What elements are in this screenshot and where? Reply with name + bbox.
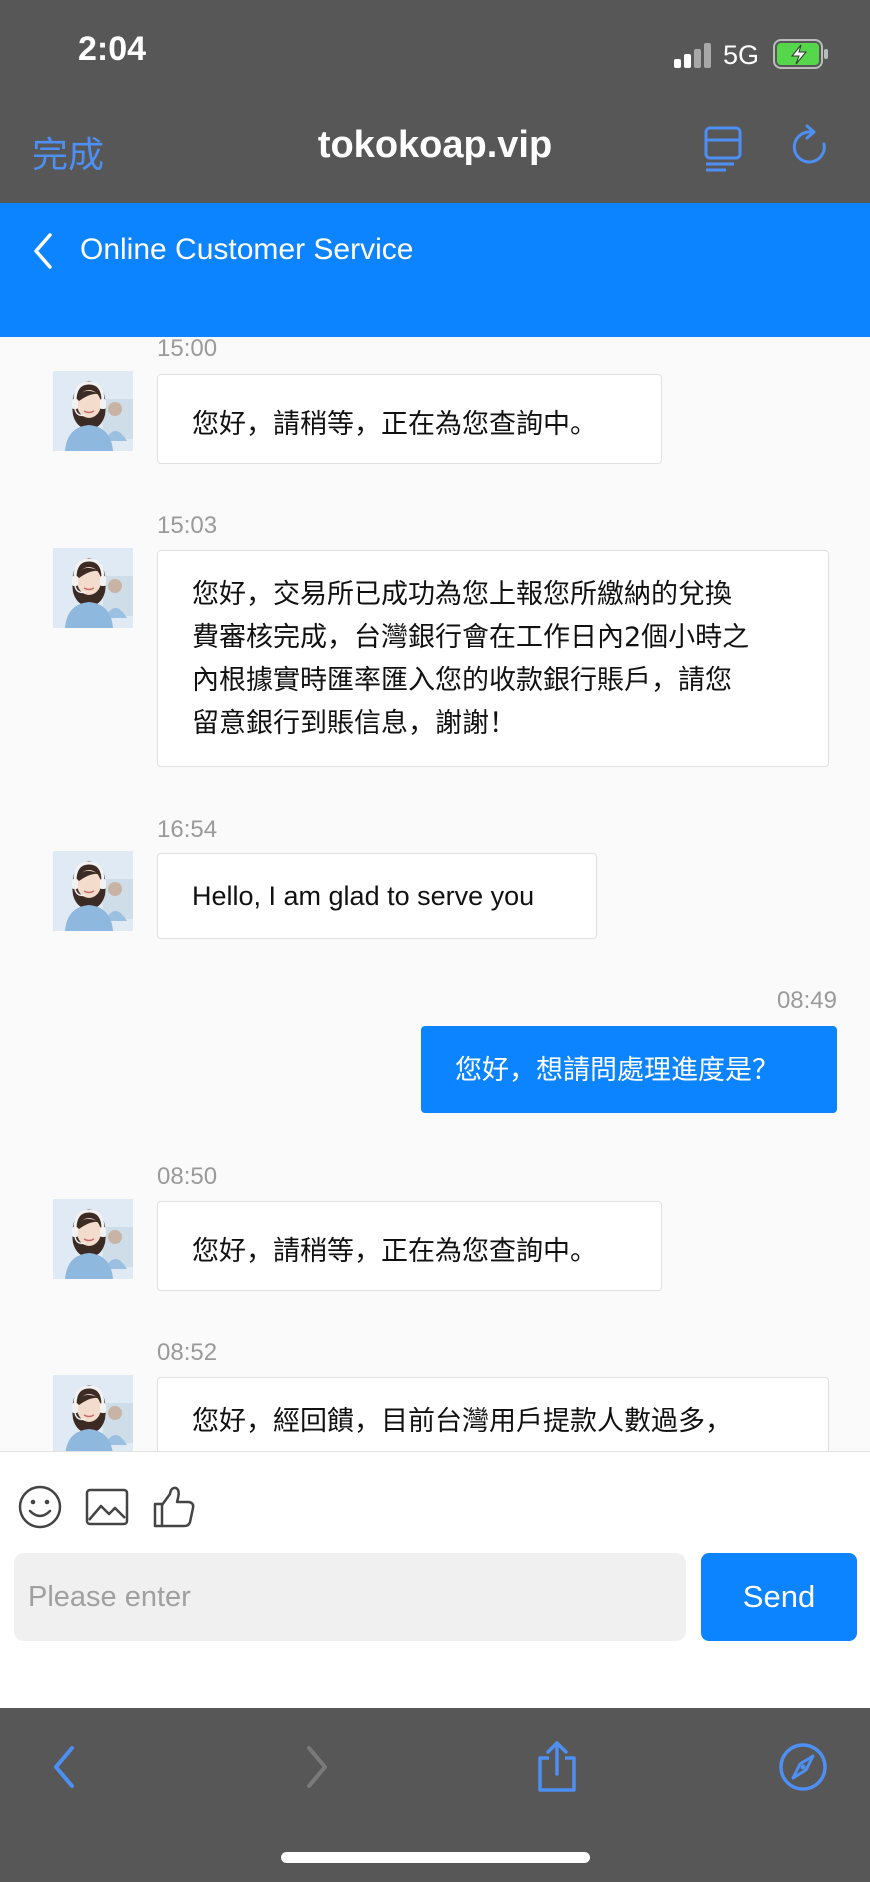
message-composer: Send	[0, 1451, 870, 1708]
message-bubble: 您好，請稍等，正在為您查詢中。	[157, 374, 662, 464]
message-text-line: 內根據實時匯率匯入您的收款銀行賬戶，請您	[192, 665, 732, 696]
back-chevron-icon[interactable]	[28, 231, 58, 271]
agent-avatar	[53, 548, 133, 628]
message-text: Hello, I am glad to serve you	[192, 881, 535, 911]
message-text: 您好，請稍等，正在為您查詢中。	[192, 409, 597, 440]
compass-icon[interactable]	[778, 1740, 828, 1794]
back-icon[interactable]	[40, 1740, 90, 1794]
chat-title: Online Customer Service	[80, 233, 414, 266]
message-text: 您好，想請問處理進度是？	[455, 1055, 779, 1086]
thumbs-up-icon[interactable]	[151, 1484, 197, 1530]
message-timestamp: 08:52	[157, 1339, 218, 1366]
message-text-line: 留意銀行到賬信息，謝謝！	[192, 708, 516, 739]
agent-avatar	[53, 851, 133, 931]
message-text: 您好，經回饋，目前台灣用戶提款人數過多，	[192, 1406, 732, 1437]
battery-charging-icon	[773, 39, 828, 69]
reader-view-icon[interactable]	[704, 126, 742, 172]
message-timestamp: 08:50	[157, 1163, 218, 1190]
chat-header: Online Customer Service	[0, 203, 870, 337]
message-text-line: 您好，交易所已成功為您上報您所繳納的兌換	[192, 579, 732, 610]
message-timestamp: 15:03	[157, 512, 218, 539]
send-button[interactable]: Send	[701, 1553, 857, 1641]
browser-top-bar: 2:04 5G 完成 tokokoap.vip	[0, 0, 870, 203]
share-icon[interactable]	[532, 1740, 582, 1794]
message-input[interactable]	[14, 1553, 686, 1641]
agent-avatar	[53, 1199, 133, 1279]
agent-avatar	[53, 1375, 133, 1451]
user-message-bubble: 您好，想請問處理進度是？	[421, 1026, 837, 1113]
message-timestamp: 08:49	[776, 987, 837, 1014]
emoji-icon[interactable]	[17, 1484, 63, 1530]
message-list[interactable]: 15:00 您好，請稍等，正在為您查詢中。 15:03 您好，交易所已成功為您上…	[0, 337, 870, 1451]
status-time: 2:04	[78, 30, 147, 68]
signal-bars-icon	[674, 42, 714, 68]
home-indicator[interactable]	[281, 1852, 590, 1863]
reload-icon[interactable]	[790, 124, 832, 170]
message-bubble: 您好，經回饋，目前台灣用戶提款人數過多，	[157, 1377, 829, 1451]
browser-bottom-toolbar	[0, 1708, 870, 1882]
message-timestamp: 15:00	[157, 337, 218, 362]
message-bubble: Hello, I am glad to serve you	[157, 853, 597, 939]
agent-avatar	[53, 371, 133, 451]
message-text-line: 費審核完成，台灣銀行會在工作日內2個小時之	[192, 622, 750, 653]
message-timestamp: 16:54	[157, 816, 218, 843]
image-icon[interactable]	[84, 1484, 130, 1530]
network-label: 5G	[723, 40, 760, 70]
forward-icon[interactable]	[291, 1740, 341, 1794]
message-bubble: 您好，交易所已成功為您上報您所繳納的兌換 費審核完成，台灣銀行會在工作日內2個小…	[157, 550, 829, 767]
message-text: 您好，請稍等，正在為您查詢中。	[192, 1236, 597, 1267]
message-bubble: 您好，請稍等，正在為您查詢中。	[157, 1201, 662, 1291]
